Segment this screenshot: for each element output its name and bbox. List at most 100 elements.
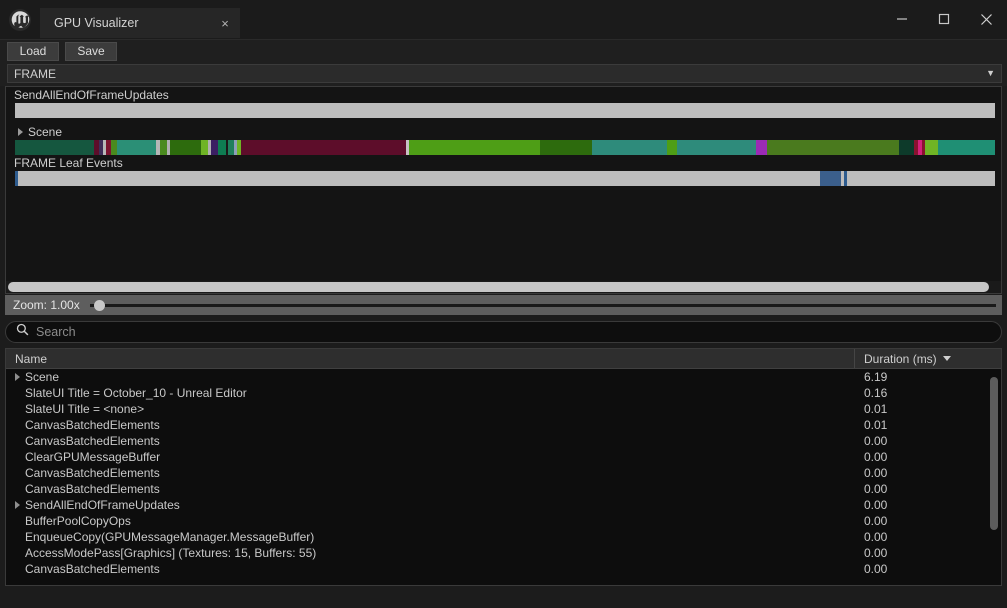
table-row[interactable]: CanvasBatchedElements 0.00 xyxy=(6,465,1001,481)
table-vertical-scrollbar[interactable] xyxy=(988,369,999,582)
table-row[interactable]: CanvasBatchedElements 0.01 xyxy=(6,417,1001,433)
timeline-panel[interactable]: SendAllEndOfFrameUpdates Scene FRAME Lea… xyxy=(5,86,1002,294)
zoom-control-row: Zoom: 1.00x xyxy=(5,295,1002,315)
table-cell-duration: 0.00 xyxy=(864,450,888,464)
table-scroll-thumb[interactable] xyxy=(990,377,998,531)
table-row[interactable]: AccessModePass[Graphics] (Textures: 15, … xyxy=(6,545,1001,561)
unreal-engine-logo xyxy=(0,1,40,39)
tab-gpu-visualizer[interactable]: GPU Visualizer × xyxy=(40,8,240,38)
timeline-bar-frame-leaf-events[interactable] xyxy=(15,171,995,186)
events-table: Name Duration (ms) Scene 6.19 SlateUI Titl… xyxy=(5,348,1002,586)
title-bar: GPU Visualizer × xyxy=(0,0,1007,40)
table-cell-name-label: CanvasBatchedElements xyxy=(25,562,160,576)
zoom-slider-knob[interactable] xyxy=(94,299,106,311)
table-cell-name: ClearGPUMessageBuffer xyxy=(6,450,855,464)
timeline-leaf-segment[interactable] xyxy=(846,171,995,186)
table-row[interactable]: CanvasBatchedElements 0.00 xyxy=(6,561,1001,577)
table-cell-name: CanvasBatchedElements xyxy=(6,466,855,480)
timeline-scene-segment[interactable] xyxy=(925,140,938,155)
table-row[interactable]: CanvasBatchedElements 0.00 xyxy=(6,481,1001,497)
table-cell-name-label: CanvasBatchedElements xyxy=(25,434,160,448)
timeline-scene-segment[interactable] xyxy=(898,140,915,155)
timeline-scene-segment[interactable] xyxy=(159,140,167,155)
table-body: Scene 6.19 SlateUI Title = October_10 - Un… xyxy=(6,369,1001,585)
expand-triangle-icon[interactable] xyxy=(18,128,23,136)
table-row[interactable]: BufferPoolCopyOps 0.00 xyxy=(6,513,1001,529)
timeline-sendall-segment[interactable] xyxy=(15,103,995,118)
timeline-scene-segment[interactable] xyxy=(227,140,235,155)
table-cell-name-label: SlateUI Title = October_10 - Unreal Edit… xyxy=(25,386,247,400)
zoom-slider-rail xyxy=(89,303,996,307)
timeline-scene-segment[interactable] xyxy=(116,140,157,155)
row-indent-spacer xyxy=(15,437,20,445)
window-close-icon[interactable] xyxy=(965,0,1007,38)
table-cell-name-label: ClearGPUMessageBuffer xyxy=(25,450,161,464)
timeline-scene-segment[interactable] xyxy=(201,140,208,155)
load-button[interactable]: Load xyxy=(7,41,59,61)
timeline-scene-segment[interactable] xyxy=(15,140,95,155)
table-row[interactable]: CanvasBatchedElements 0.00 xyxy=(6,433,1001,449)
table-cell-name-label: Scene xyxy=(25,370,60,384)
column-header-name[interactable]: Name xyxy=(6,349,855,368)
table-cell-name-label: BufferPoolCopyOps xyxy=(25,514,131,528)
search-wrap xyxy=(0,321,1007,343)
table-cell-name-label: CanvasBatchedElements xyxy=(25,418,160,432)
timeline-scene-segment[interactable] xyxy=(755,140,768,155)
save-button[interactable]: Save xyxy=(65,41,117,61)
maximize-icon[interactable] xyxy=(923,0,965,38)
timeline-track-scene[interactable]: Scene xyxy=(6,124,1001,140)
table-cell-name: Scene xyxy=(6,370,855,384)
row-indent-spacer xyxy=(15,533,20,541)
timeline-bar-sendallendofframeupdates[interactable] xyxy=(15,103,995,118)
timeline-scene-segment[interactable] xyxy=(937,140,995,155)
table-cell-name: CanvasBatchedElements xyxy=(6,562,855,576)
timeline-scene-segment[interactable] xyxy=(666,140,678,155)
timeline-scroll-thumb[interactable] xyxy=(8,282,990,292)
timeline-scene-segment[interactable] xyxy=(408,140,541,155)
expand-triangle-icon[interactable] xyxy=(15,373,20,381)
timeline-bar-scene[interactable] xyxy=(15,140,995,155)
table-row[interactable]: EnqueueCopy(GPUMessageManager.MessageBuf… xyxy=(6,529,1001,545)
timeline-scene-segment[interactable] xyxy=(210,140,218,155)
minimize-icon[interactable] xyxy=(881,0,923,38)
row-indent-spacer xyxy=(15,485,20,493)
table-row[interactable]: ClearGPUMessageBuffer 0.00 xyxy=(6,449,1001,465)
timeline-scene-segment[interactable] xyxy=(241,140,406,155)
sort-descending-icon xyxy=(942,356,951,361)
search-icon xyxy=(16,323,29,341)
table-cell-name: BufferPoolCopyOps xyxy=(6,514,855,528)
timeline-horizontal-scrollbar[interactable] xyxy=(6,281,1001,293)
timeline-scene-segment[interactable] xyxy=(677,140,756,155)
timeline-scene-segment[interactable] xyxy=(540,140,593,155)
timeline-leaf-segment[interactable] xyxy=(18,171,821,186)
row-indent-spacer xyxy=(15,517,20,525)
timeline-scene-segment[interactable] xyxy=(592,140,667,155)
table-cell-duration: 6.19 xyxy=(864,370,888,384)
row-indent-spacer xyxy=(15,565,20,573)
table-cell-name: EnqueueCopy(GPUMessageManager.MessageBuf… xyxy=(6,530,855,544)
expand-triangle-icon[interactable] xyxy=(15,501,20,509)
timeline-scene-segment[interactable] xyxy=(169,140,202,155)
zoom-slider[interactable] xyxy=(89,298,996,312)
column-header-duration[interactable]: Duration (ms) xyxy=(855,349,1001,368)
search-bar[interactable] xyxy=(5,321,1002,343)
table-row[interactable]: Scene 6.19 xyxy=(6,369,1001,385)
frame-selector-dropdown[interactable]: FRAME ▼ xyxy=(7,64,1002,83)
table-cell-duration: 0.00 xyxy=(864,514,888,528)
row-indent-spacer xyxy=(15,405,20,413)
table-cell-duration: 0.00 xyxy=(864,562,888,576)
timeline-track-label-scene: Scene xyxy=(28,124,63,139)
table-row[interactable]: SlateUI Title = October_10 - Unreal Edit… xyxy=(6,385,1001,401)
table-row[interactable]: SendAllEndOfFrameUpdates 0.00 xyxy=(6,497,1001,513)
timeline-scene-segment[interactable] xyxy=(767,140,899,155)
table-header-row: Name Duration (ms) xyxy=(6,349,1001,369)
table-cell-duration: 0.00 xyxy=(864,466,888,480)
search-input[interactable] xyxy=(36,325,991,339)
timeline-leaf-segment[interactable] xyxy=(820,171,841,186)
timeline-scene-segment[interactable] xyxy=(217,140,226,155)
close-icon[interactable]: × xyxy=(216,14,234,32)
table-cell-duration: 0.16 xyxy=(864,386,888,400)
table-cell-duration: 0.00 xyxy=(864,482,888,496)
table-row[interactable]: SlateUI Title = <none> 0.01 xyxy=(6,401,1001,417)
window-controls xyxy=(881,0,1007,38)
